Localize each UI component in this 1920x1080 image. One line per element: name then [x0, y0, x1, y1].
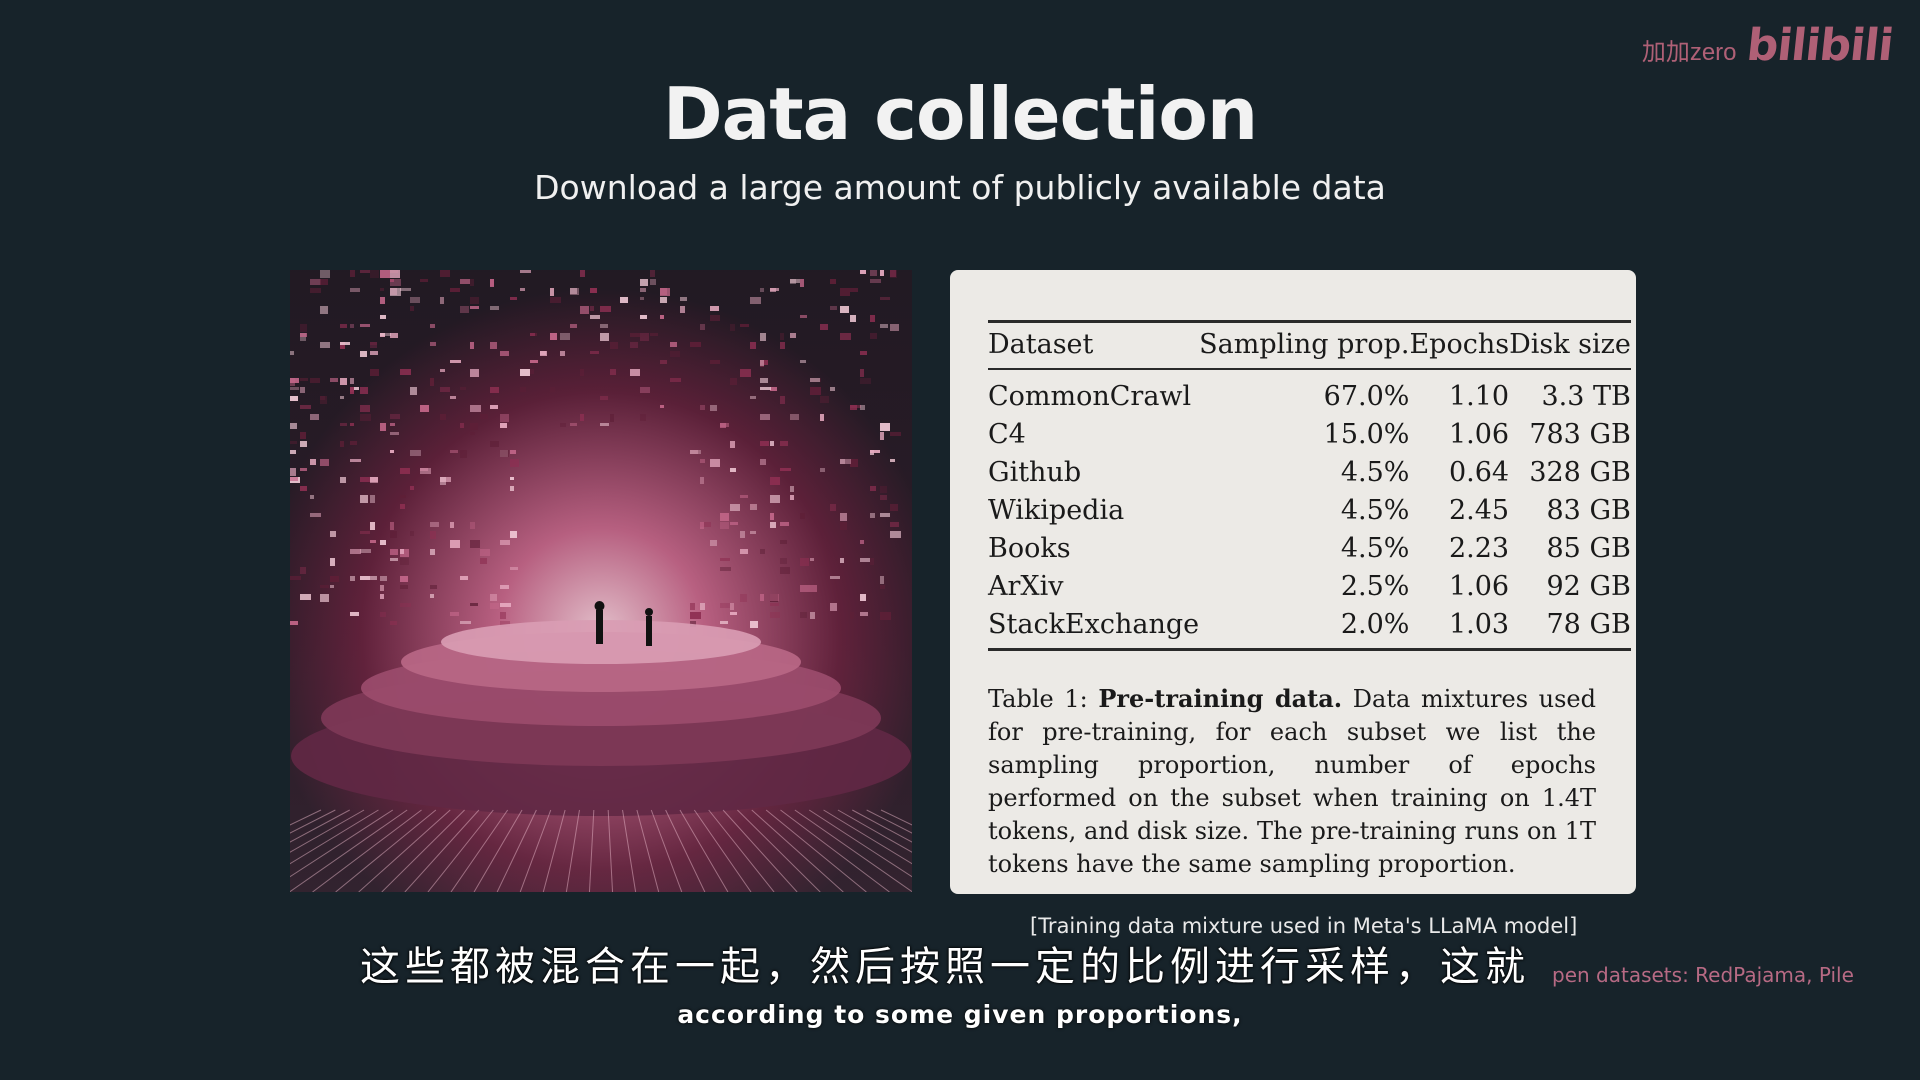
cell-epochs: 1.06	[1448, 571, 1510, 602]
table-row: Wikipedia 4.5% 2.45 83 GB	[988, 492, 1631, 530]
cell-epochs: 1.10	[1448, 381, 1510, 412]
cell-sampling: 15.0%	[1323, 419, 1410, 450]
cell-sampling: 2.0%	[1199, 606, 1410, 651]
cell-dataset: Books	[988, 533, 1071, 564]
watermark-user: 加加zero	[1641, 39, 1737, 66]
pretraining-data-table-card: Dataset Sampling prop. Epochs Disk size …	[950, 270, 1636, 894]
table-row: ArXiv 2.5% 1.06 92 GB	[988, 568, 1631, 606]
table-caption: Table 1: Pre-training data. Data mixture…	[988, 682, 1596, 881]
cell-epochs: 0.64	[1448, 457, 1510, 488]
table-row: C4 15.0% 1.06 783 GB	[988, 416, 1631, 454]
caption-bold: Pre-training data.	[1098, 684, 1343, 713]
side-note: pen datasets: RedPajama, Pile	[1552, 963, 1854, 987]
cell-epochs: 1.03	[1409, 606, 1510, 651]
slide-subtitle: Download a large amount of publicly avai…	[534, 168, 1386, 207]
cell-disk-size: 328 GB	[1529, 457, 1631, 488]
slide-title: Data collection	[662, 72, 1258, 156]
cell-dataset: Github	[988, 457, 1082, 488]
cell-sampling: 67.0%	[1323, 381, 1410, 412]
caption-prefix: Table 1:	[988, 685, 1099, 713]
cell-sampling: 4.5%	[1340, 533, 1410, 564]
cell-dataset: C4	[988, 419, 1026, 450]
cell-disk-size: 78 GB	[1509, 606, 1631, 651]
cell-disk-size: 85 GB	[1546, 533, 1631, 564]
cell-dataset: ArXiv	[988, 571, 1064, 602]
subtitle-zh: 这些都被混合在一起，然后按照一定的比例进行采样，这就	[360, 944, 1530, 990]
subtitle-en: according to some given proportions,	[677, 1000, 1243, 1029]
table-row: Books 4.5% 2.23 85 GB	[988, 530, 1631, 568]
cell-sampling: 4.5%	[1340, 495, 1410, 526]
data-tunnel-illustration	[290, 270, 912, 892]
caption-text: Data mixtures used for pre-training, for…	[988, 685, 1596, 878]
cell-dataset: CommonCrawl	[988, 381, 1192, 412]
cell-sampling: 4.5%	[1340, 457, 1410, 488]
cell-epochs: 2.23	[1448, 533, 1510, 564]
col-header-disk-size: Disk size	[1509, 320, 1631, 370]
bilibili-watermark: 加加zero bilibili	[1641, 20, 1895, 71]
col-header-epochs: Epochs	[1409, 320, 1510, 370]
table-row: CommonCrawl 67.0% 1.10 3.3 TB	[988, 369, 1631, 416]
cell-epochs: 2.45	[1448, 495, 1510, 526]
bilibili-logo: bilibili	[1743, 20, 1895, 71]
pretraining-data-table: Dataset Sampling prop. Epochs Disk size …	[988, 320, 1631, 651]
cell-disk-size: 92 GB	[1546, 571, 1631, 602]
cell-dataset: StackExchange	[988, 606, 1200, 651]
col-header-sampling: Sampling prop.	[1199, 320, 1410, 370]
col-header-dataset: Dataset	[988, 320, 1200, 370]
cell-disk-size: 83 GB	[1546, 495, 1631, 526]
table-row: Github 4.5% 0.64 328 GB	[988, 454, 1631, 492]
cell-epochs: 1.06	[1448, 419, 1510, 450]
cell-disk-size: 783 GB	[1529, 419, 1631, 450]
cell-dataset: Wikipedia	[988, 495, 1125, 526]
table-row: StackExchange 2.0% 1.03 78 GB	[988, 606, 1631, 651]
table-header-row: Dataset Sampling prop. Epochs Disk size	[988, 320, 1631, 370]
cell-disk-size: 3.3 TB	[1541, 381, 1631, 412]
cell-sampling: 2.5%	[1340, 571, 1410, 602]
